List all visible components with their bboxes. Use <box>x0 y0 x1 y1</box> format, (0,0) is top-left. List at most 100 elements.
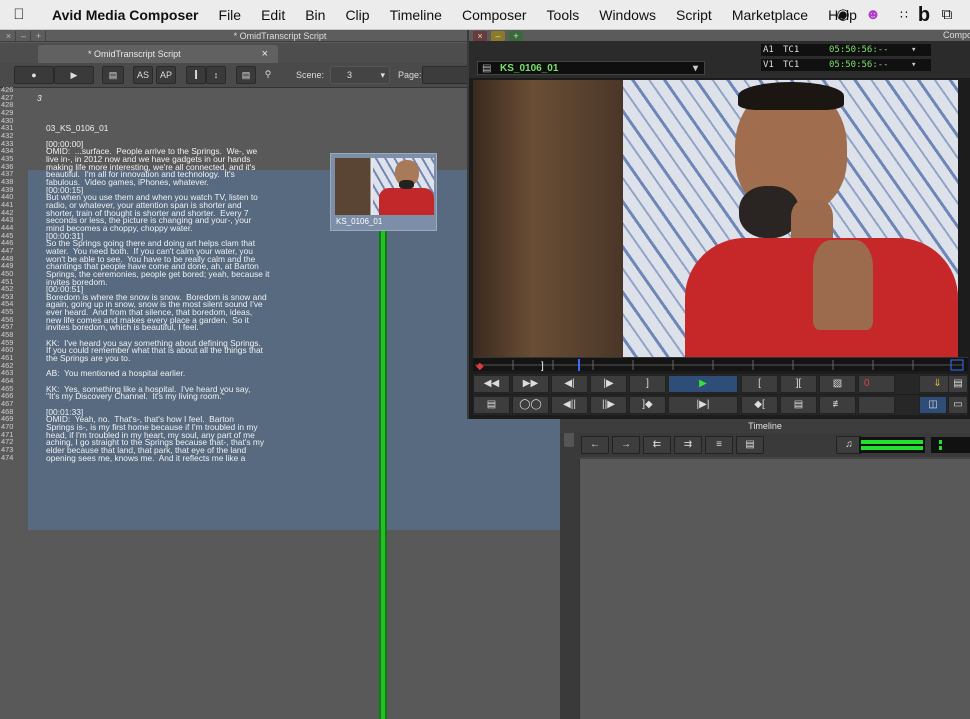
text-cursor-button[interactable]: I <box>186 66 206 84</box>
creative-cloud-icon[interactable]: ◉ <box>832 0 854 30</box>
extract-button[interactable]: → <box>612 436 640 454</box>
composer-title-bar: × – + Compo <box>469 30 970 41</box>
audio-meter <box>859 437 925 453</box>
menu-composer[interactable]: Composer <box>452 0 537 30</box>
position-bar-ticks: ◆ ] <box>475 359 964 372</box>
subclip-button[interactable]: ▤ <box>780 396 817 414</box>
record-button[interactable]: ● <box>14 66 54 84</box>
svg-text:]: ] <box>541 361 544 372</box>
slate-button[interactable]: ↕ <box>206 66 226 84</box>
tab-omid-transcript-script[interactable]: * OmidTranscript Script × <box>38 45 278 63</box>
chevron-down-icon: ▾ <box>380 70 385 80</box>
as-button[interactable]: AS <box>133 66 153 84</box>
close-icon[interactable]: × <box>473 31 487 41</box>
play-icon: ▶ <box>70 70 78 80</box>
take-sync-line[interactable] <box>379 179 387 719</box>
sequence-button[interactable]: ▤ <box>736 436 764 454</box>
source-record-toggle[interactable]: ◫ <box>919 396 947 414</box>
menu-file[interactable]: File <box>209 0 252 30</box>
b-icon[interactable]: b <box>913 0 935 30</box>
clip-thumbnail-image <box>335 158 434 215</box>
script-line[interactable]: 474 opening sees me, knows me. And it ref… <box>0 452 560 463</box>
tab-label: * OmidTranscript Script <box>88 49 181 59</box>
clip-list-button[interactable]: ▤ <box>473 396 510 414</box>
mark-clip-button[interactable]: ][ <box>780 375 817 393</box>
script-vertical-scrollbar[interactable] <box>560 419 579 719</box>
tc-type: TC1 <box>783 60 800 70</box>
ap-button[interactable]: AP <box>156 66 176 84</box>
screen:  Avid Media Composer File Edit Bin Clip… <box>0 0 970 719</box>
page-field[interactable] <box>422 66 470 84</box>
close-tab-icon[interactable]: × <box>262 45 268 63</box>
scene-label: Scene: <box>296 70 325 80</box>
clear-marks-button[interactable]: ▧ <box>819 375 856 393</box>
menu-clip[interactable]: Clip <box>335 0 379 30</box>
out-to-next-button[interactable]: ]◆ <box>629 396 666 414</box>
link-button[interactable]: ◯◯ <box>512 396 549 414</box>
timeline-track-area[interactable] <box>579 459 970 719</box>
minimize-icon[interactable]: – <box>17 31 31 41</box>
video-monitor[interactable] <box>473 80 958 358</box>
step-back-button[interactable]: ◀| <box>551 375 588 393</box>
menu-tools[interactable]: Tools <box>537 0 590 30</box>
search-icon: ⚲ <box>264 69 272 79</box>
segment-left-button[interactable]: ⇇ <box>643 436 671 454</box>
in-to-prev-button[interactable]: ◆[ <box>741 396 778 414</box>
trim-button[interactable]: ≡ <box>705 436 733 454</box>
timeline-toolbar: ← → ⇇ ⇉ ≡ ▤ ♫ <box>579 433 970 457</box>
search-button[interactable]: ⚲ <box>258 66 278 84</box>
menu-script[interactable]: Script <box>666 0 722 30</box>
scene-dropdown[interactable]: 3 ▾ <box>330 66 390 84</box>
list-view-button[interactable]: ▤ <box>102 66 124 84</box>
tc-row-a1[interactable]: A1 TC1 05:50:56:-- ▾ <box>761 44 931 56</box>
zoom-icon[interactable]: + <box>32 31 46 41</box>
menu-bin[interactable]: Bin <box>295 0 335 30</box>
play-in-to-out-button[interactable]: |▶| <box>668 396 738 414</box>
mark-out-button[interactable]: ] <box>629 375 666 393</box>
apple-icon[interactable]:  <box>0 6 38 23</box>
window-toggle[interactable]: ▭ <box>948 396 968 414</box>
line-number: 474 <box>1 452 14 462</box>
match-frame-button[interactable]: ≢ <box>819 396 856 414</box>
app-icon-pink[interactable]: ☻ <box>862 0 884 30</box>
timeline-title: Timeline <box>560 419 970 433</box>
chevron-down-icon[interactable]: ▾ <box>911 59 916 71</box>
mark-count[interactable]: 0 <box>858 375 895 393</box>
menu-app-name[interactable]: Avid Media Composer <box>38 0 209 30</box>
clip-thumbnail[interactable]: KS_0106_01 <box>330 153 437 231</box>
menu-windows[interactable]: Windows <box>589 0 666 30</box>
line-text: opening sees me, knows me. And it reflec… <box>46 452 246 463</box>
tc-row-v1[interactable]: V1 TC1 05:50:56:-- ▾ <box>761 59 931 71</box>
grid-icon[interactable]: ∷ <box>893 0 915 30</box>
position-bar[interactable]: ◆ ] <box>473 357 968 372</box>
clip-thumbnail-label: KS_0106_01 <box>336 217 383 226</box>
blank-button[interactable] <box>858 396 895 414</box>
close-icon[interactable]: × <box>2 31 16 41</box>
menu-marketplace[interactable]: Marketplace <box>722 0 818 30</box>
mark-in-button[interactable]: [ <box>741 375 778 393</box>
timeline-window: Timeline ← → ⇇ ⇉ ≡ ▤ ♫ <box>560 419 970 719</box>
play-button[interactable]: ▶ <box>54 66 94 84</box>
chevron-down-icon[interactable]: ▾ <box>911 44 916 56</box>
window-icon[interactable]: ⧉ <box>936 0 958 30</box>
page-label: Page: <box>398 70 422 80</box>
step-forward-button[interactable]: |▶ <box>590 375 627 393</box>
play-icon: ▶ <box>699 378 707 389</box>
text-cursor-icon: I <box>194 67 198 82</box>
clip-name-menu[interactable]: ▤ KS_0106_01 ▾ <box>477 61 705 75</box>
step-forward-10-button[interactable]: ▶▶ <box>512 375 549 393</box>
page-view-button[interactable]: ▤ <box>236 66 256 84</box>
tc-track: A1 <box>763 45 774 55</box>
menu-edit[interactable]: Edit <box>251 0 295 30</box>
segment-right-button[interactable]: ⇉ <box>674 436 702 454</box>
play-button[interactable]: ▶ <box>668 375 738 393</box>
menu-timeline[interactable]: Timeline <box>380 0 452 30</box>
overwrite-button[interactable]: ▤ <box>948 375 968 393</box>
composer-window-title: Compo <box>943 30 970 40</box>
zoom-icon[interactable]: + <box>509 31 523 41</box>
step-back-10-button[interactable]: ◀◀ <box>473 375 510 393</box>
lift-button[interactable]: ← <box>581 436 609 454</box>
go-to-out-button[interactable]: ||▶ <box>590 396 627 414</box>
minimize-icon[interactable]: – <box>491 31 505 41</box>
go-to-in-button[interactable]: ◀|| <box>551 396 588 414</box>
